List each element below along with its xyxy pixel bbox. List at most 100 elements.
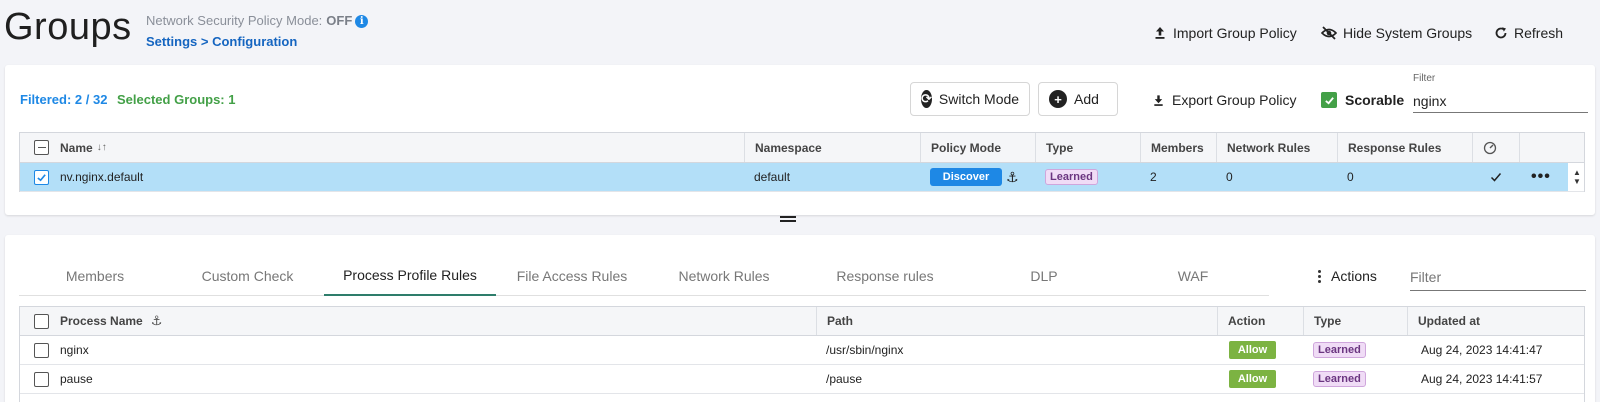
tab-dlp[interactable]: DLP [970,255,1118,296]
selected-groups-count: Selected Groups: 1 [117,92,236,107]
page-title: Groups [4,6,132,48]
process-table-header: Process Name ⚓ Path Action Type Updated … [20,307,1584,336]
process-type: Learned [1303,365,1366,393]
process-name: pause [60,372,93,386]
scroll-up-icon[interactable]: ▲ [1573,168,1581,177]
filter-label: Filter [1413,73,1436,84]
kebab-menu-icon [1318,269,1321,283]
actions-label: Actions [1331,268,1377,284]
process-type: Learned [1303,336,1366,364]
hide-system-groups-label: Hide System Groups [1343,25,1473,41]
eye-off-icon [1321,26,1337,40]
column-members[interactable]: Members [1140,133,1216,162]
scroll-down-icon[interactable]: ▼ [1573,177,1581,186]
process-path: /usr/sbin/nginx [826,343,904,357]
learned-badge: Learned [1313,342,1366,358]
row-checkbox[interactable] [22,336,49,364]
column-response-rules[interactable]: Response Rules [1337,133,1472,162]
group-type: Learned [1035,163,1098,191]
table-scrollbar[interactable]: ▲ ▼ [1568,163,1584,191]
column-updated-at[interactable]: Updated at [1407,307,1584,335]
table-row[interactable]: pause /pause Allow Learned Aug 24, 2023 … [20,365,1584,394]
anchor-icon: ⚓ [150,313,163,328]
process-action: Allow [1217,336,1276,364]
switch-mode-label: Switch Mode [938,91,1020,107]
check-icon [1321,92,1337,108]
gauge-icon [1483,141,1497,154]
tab-network-rules[interactable]: Network Rules [648,255,800,296]
column-type[interactable]: Type [1035,133,1140,162]
row-checkbox[interactable] [22,365,49,393]
export-group-policy-button[interactable]: Export Group Policy [1152,92,1297,108]
discover-mode-button[interactable]: Discover [930,168,1002,186]
row-checkbox[interactable] [22,163,49,191]
policy-mode-cell: Discover ⚓ [920,163,1019,191]
learned-badge: Learned [1045,169,1098,185]
group-response-rules: 0 [1347,170,1354,184]
column-actions [1519,133,1584,162]
tab-members[interactable]: Members [19,255,171,296]
column-network-rules[interactable]: Network Rules [1216,133,1337,162]
import-group-policy-label: Import Group Policy [1173,25,1297,41]
groups-filter-input[interactable] [1413,89,1588,113]
group-network-rules: 0 [1226,170,1233,184]
scorable-checkbox[interactable]: Scorable [1321,92,1404,108]
policy-mode-label: Network Security Policy Mode: [146,13,323,28]
tab-waf[interactable]: WAF [1118,255,1268,296]
scorable-check-icon [1472,163,1502,191]
allow-badge: Allow [1229,341,1276,359]
select-all-processes-checkbox[interactable] [22,307,49,335]
sort-icon[interactable]: ↓↑ [97,142,107,153]
column-type[interactable]: Type [1303,307,1407,335]
table-row[interactable]: nv.nginx.default default Discover ⚓ Lear… [20,163,1584,192]
process-table: Process Name ⚓ Path Action Type Updated … [19,306,1585,402]
process-updated-at: Aug 24, 2023 14:41:57 [1421,372,1543,386]
select-all-checkbox[interactable] [22,133,49,162]
panel-resize-handle[interactable] [780,216,796,222]
actions-menu-button[interactable]: Actions [1318,268,1377,284]
scorable-label: Scorable [1345,92,1405,108]
hide-system-groups-button[interactable]: Hide System Groups [1321,25,1472,41]
export-group-policy-label: Export Group Policy [1172,92,1297,108]
filtered-count: Filtered: 2 / 32 [20,92,108,107]
column-path[interactable]: Path [816,307,1217,335]
import-group-policy-button[interactable]: Import Group Policy [1153,25,1297,41]
switch-mode-button[interactable]: ⟳ Switch Mode [910,82,1030,116]
info-icon[interactable]: i [355,15,369,28]
tab-file-access-rules[interactable]: File Access Rules [496,255,648,296]
groups-table-header: Name ↓↑ Namespace Policy Mode Type Member… [20,133,1584,163]
process-name: nginx [60,343,89,357]
policy-mode-value: OFF [326,13,353,28]
table-row[interactable]: nginx /usr/sbin/nginx Allow Learned Aug … [20,336,1584,365]
settings-configuration-link[interactable]: Settings > Configuration [146,34,297,49]
refresh-label: Refresh [1514,25,1564,41]
column-action[interactable]: Action [1217,307,1303,335]
column-name[interactable]: Name ↓↑ [50,133,744,162]
tab-response-rules[interactable]: Response rules [800,255,970,296]
tab-process-profile-rules[interactable]: Process Profile Rules [324,255,496,296]
switch-mode-icon: ⟳ [921,90,932,108]
add-icon: + [1049,90,1067,108]
group-members: 2 [1150,170,1157,184]
upload-icon [1155,27,1165,39]
allow-badge: Allow [1229,370,1276,388]
details-tabs: Members Custom Check Process Profile Rul… [19,255,1269,296]
column-namespace[interactable]: Namespace [744,133,920,162]
column-scorable[interactable] [1472,133,1519,162]
learned-badge: Learned [1313,371,1366,387]
process-action: Allow [1217,365,1276,393]
tab-custom-check[interactable]: Custom Check [171,255,324,296]
policy-mode-line: Network Security Policy Mode: OFF i [146,13,369,28]
column-process-name[interactable]: Process Name ⚓ [50,307,816,335]
refresh-button[interactable]: Refresh [1494,25,1563,41]
process-filter-input[interactable] [1410,263,1586,291]
column-policy-mode[interactable]: Policy Mode [920,133,1035,162]
refresh-icon [1495,27,1507,39]
group-namespace: default [754,170,791,184]
group-name: nv.nginx.default [60,170,144,184]
anchor-icon: ⚓ [1006,168,1019,185]
download-icon [1154,94,1163,106]
more-actions-icon[interactable]: ••• [1519,163,1551,191]
groups-table: Name ↓↑ Namespace Policy Mode Type Member… [19,132,1585,192]
add-group-button[interactable]: + Add [1038,82,1118,116]
